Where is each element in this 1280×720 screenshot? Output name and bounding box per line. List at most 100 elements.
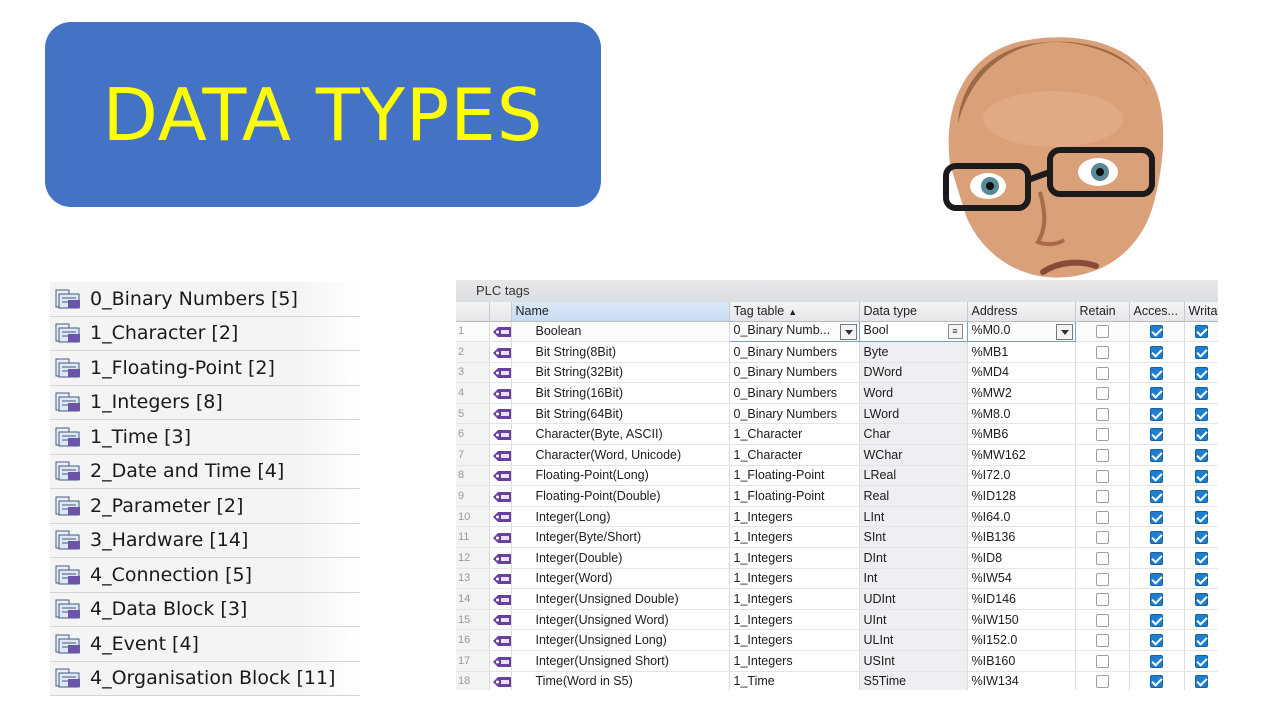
column-header-tag-table[interactable]: Tag table ▲	[729, 302, 860, 322]
tag-table-item[interactable]: 4_Organisation Block [11]	[50, 661, 360, 696]
data-type-cell[interactable]: LWord	[859, 403, 968, 425]
accessible-cell[interactable]	[1129, 485, 1185, 507]
retain-cell[interactable]	[1075, 609, 1130, 631]
table-row[interactable]: 7 Character(Word, Unicode) 1_Character W…	[456, 444, 1218, 466]
tag-name-cell[interactable]: Integer(Unsigned Word)	[511, 609, 730, 631]
tag-table-cell[interactable]: 1_Integers	[729, 547, 860, 569]
retain-checkbox[interactable]	[1095, 572, 1109, 586]
table-row[interactable]: 18 Time(Word in S5) 1_Time S5Time %IW134	[456, 671, 1218, 690]
retain-checkbox[interactable]	[1095, 510, 1109, 524]
table-row[interactable]: 8 Floating-Point(Long) 1_Floating-Point …	[456, 465, 1218, 487]
writable-checkbox[interactable]	[1194, 387, 1208, 401]
writable-checkbox[interactable]	[1194, 325, 1208, 339]
tag-name-cell[interactable]: Integer(Long)	[511, 506, 730, 528]
tag-table-item[interactable]: 3_Hardware [14]	[50, 523, 360, 558]
writable-cell[interactable]	[1184, 568, 1218, 590]
accessible-cell[interactable]	[1129, 382, 1185, 404]
writable-checkbox[interactable]	[1194, 469, 1208, 483]
tag-name-cell[interactable]: Bit String(32Bit)	[511, 362, 730, 384]
writable-checkbox[interactable]	[1194, 428, 1208, 442]
writable-cell[interactable]	[1184, 362, 1218, 384]
writable-cell[interactable]	[1184, 444, 1218, 466]
table-row[interactable]: 12 Integer(Double) 1_Integers DInt %ID8	[456, 547, 1218, 569]
accessible-cell[interactable]	[1129, 506, 1185, 528]
writable-checkbox[interactable]	[1194, 448, 1208, 462]
retain-checkbox[interactable]	[1095, 654, 1109, 668]
retain-checkbox[interactable]	[1095, 428, 1109, 442]
tag-table-cell[interactable]: 1_Integers	[729, 629, 860, 651]
writable-checkbox[interactable]	[1194, 551, 1208, 565]
data-type-cell[interactable]: UInt	[859, 609, 968, 631]
address-cell[interactable]: %MW162	[967, 444, 1076, 466]
address-cell[interactable]: %M0.0	[966, 320, 1076, 343]
tag-table-cell[interactable]: 1_Floating-Point	[729, 465, 860, 487]
tag-name-cell[interactable]: Floating-Point(Long)	[511, 465, 730, 487]
writable-cell[interactable]	[1184, 629, 1218, 651]
tag-table-cell[interactable]: 1_Integers	[729, 650, 860, 672]
accessible-checkbox[interactable]	[1150, 551, 1163, 565]
accessible-cell[interactable]	[1129, 671, 1185, 690]
retain-cell[interactable]	[1075, 568, 1130, 590]
tag-table-cell[interactable]: 1_Integers	[729, 506, 860, 528]
address-cell[interactable]: %IW54	[967, 568, 1076, 590]
table-row[interactable]: 13 Integer(Word) 1_Integers Int %IW54	[456, 568, 1218, 590]
data-type-cell[interactable]: Int	[859, 568, 968, 590]
tag-table-item[interactable]: 4_Connection [5]	[50, 558, 360, 593]
retain-cell[interactable]	[1075, 403, 1130, 425]
retain-cell[interactable]	[1075, 382, 1130, 404]
retain-cell[interactable]	[1075, 650, 1130, 672]
writable-checkbox[interactable]	[1194, 531, 1208, 545]
writable-checkbox[interactable]	[1194, 675, 1208, 689]
writable-cell[interactable]	[1184, 671, 1218, 690]
column-header-accessible[interactable]: Acces...	[1129, 302, 1185, 322]
accessible-checkbox[interactable]	[1150, 654, 1163, 668]
accessible-checkbox[interactable]	[1150, 448, 1163, 462]
table-row[interactable]: 3 Bit String(32Bit) 0_Binary Numbers DWo…	[456, 362, 1218, 384]
tag-table-item[interactable]: 0_Binary Numbers [5]	[50, 282, 360, 317]
accessible-cell[interactable]	[1129, 403, 1185, 425]
address-cell[interactable]: %MW2	[967, 382, 1076, 404]
retain-cell[interactable]	[1075, 547, 1130, 569]
data-type-cell[interactable]: DInt	[859, 547, 968, 569]
data-type-cell[interactable]: Real	[859, 485, 968, 507]
accessible-checkbox[interactable]	[1150, 634, 1163, 648]
tag-name-cell[interactable]: Integer(Byte/Short)	[511, 526, 730, 549]
column-header-retain[interactable]: Retain	[1075, 302, 1130, 322]
accessible-checkbox[interactable]	[1150, 469, 1163, 483]
address-cell[interactable]: %ID8	[967, 547, 1076, 569]
accessible-checkbox[interactable]	[1150, 572, 1163, 586]
writable-checkbox[interactable]	[1194, 510, 1208, 524]
table-row[interactable]: 11 Integer(Byte/Short) 1_Integers SInt %…	[456, 526, 1218, 549]
writable-checkbox[interactable]	[1194, 366, 1208, 380]
accessible-cell[interactable]	[1129, 609, 1185, 631]
data-type-cell[interactable]: WChar	[859, 444, 968, 466]
address-cell[interactable]: %MB1	[967, 341, 1076, 363]
column-header-name[interactable]: Name	[511, 302, 730, 322]
tag-table-cell[interactable]: 0_Binary Numb...	[728, 320, 860, 343]
accessible-cell[interactable]	[1129, 547, 1185, 569]
retain-cell[interactable]	[1075, 671, 1130, 690]
tag-table-cell[interactable]: 1_Floating-Point	[729, 485, 860, 507]
writable-checkbox[interactable]	[1194, 407, 1208, 421]
data-type-cell[interactable]: LInt	[859, 506, 968, 528]
writable-checkbox[interactable]	[1194, 490, 1208, 504]
data-type-cell[interactable]: SInt	[859, 526, 968, 549]
address-cell[interactable]: %I64.0	[967, 506, 1076, 528]
tag-table-cell[interactable]: 0_Binary Numbers	[729, 362, 860, 384]
retain-cell[interactable]	[1075, 444, 1130, 466]
tag-name-cell[interactable]: Character(Word, Unicode)	[511, 444, 730, 466]
data-type-cell[interactable]: Word	[859, 382, 968, 404]
address-cell[interactable]: %MB6	[967, 423, 1076, 446]
writable-cell[interactable]	[1184, 465, 1218, 487]
table-row[interactable]: 17 Integer(Unsigned Short) 1_Integers US…	[456, 650, 1218, 672]
data-type-cell[interactable]: UDInt	[859, 588, 968, 610]
tag-name-cell[interactable]: Integer(Double)	[511, 547, 730, 569]
retain-cell[interactable]	[1075, 321, 1130, 343]
retain-cell[interactable]	[1075, 423, 1130, 446]
data-type-cell[interactable]: Char	[859, 423, 968, 446]
tag-table-cell[interactable]: 1_Character	[729, 444, 860, 466]
accessible-checkbox[interactable]	[1150, 510, 1163, 524]
retain-checkbox[interactable]	[1095, 551, 1109, 565]
retain-checkbox[interactable]	[1095, 345, 1109, 359]
accessible-cell[interactable]	[1129, 321, 1185, 343]
